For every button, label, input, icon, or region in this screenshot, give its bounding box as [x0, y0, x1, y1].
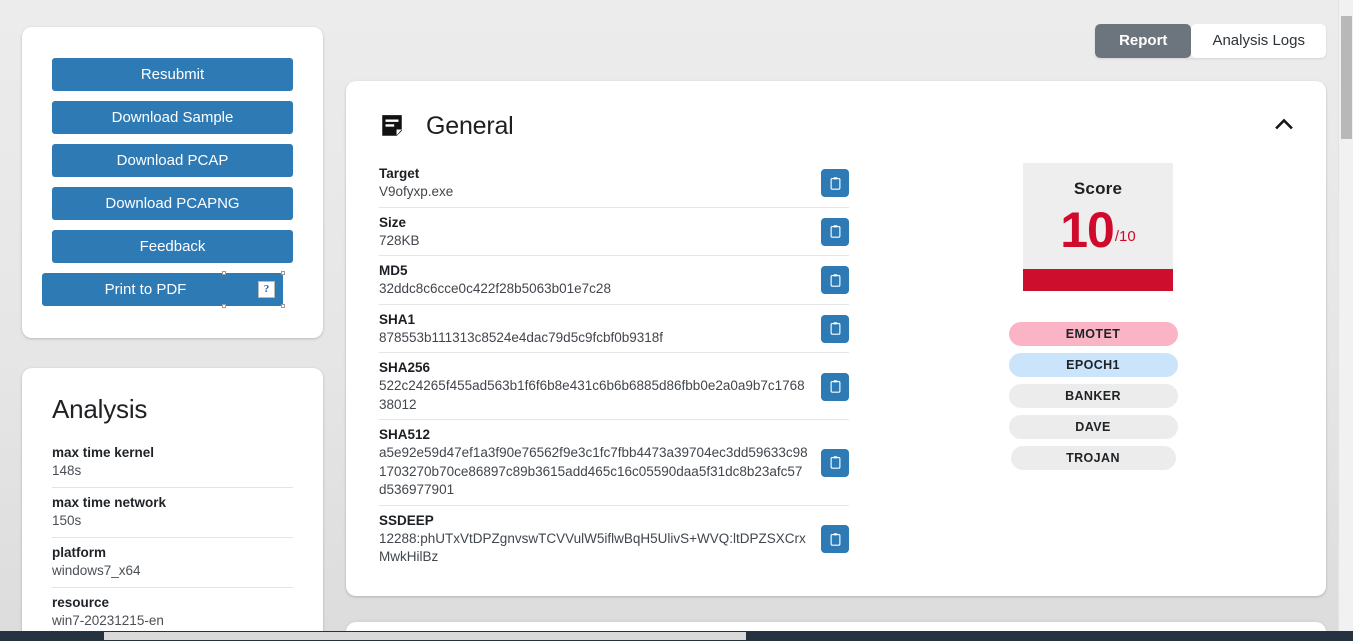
selection-handle-top-left[interactable] — [222, 271, 226, 275]
score-max: /10 — [1114, 227, 1136, 245]
file-info-list: Target V9ofyxp.exe Size 728KB MD5 32ddc8… — [379, 159, 849, 572]
selection-handle-bottom-right[interactable] — [281, 304, 285, 308]
horizontal-scrollbar[interactable] — [0, 631, 1353, 641]
print-to-pdf-wrapper: Print to PDF ? — [42, 271, 285, 308]
info-value: 12288:phUTxVtDPZgnvswTCVVulW5iflwBqH5Uli… — [379, 530, 806, 565]
main-column: General Target V9ofyxp.exe Size 728KB MD… — [346, 81, 1326, 596]
analysis-key: resource — [52, 595, 110, 610]
info-row-ssdeep: SSDEEP 12288:phUTxVtDPZgnvswTCVVulW5iflw… — [379, 506, 849, 572]
note-icon — [382, 115, 402, 136]
info-value: V9ofyxp.exe — [379, 184, 454, 199]
vertical-scrollbar-thumb[interactable] — [1341, 16, 1352, 139]
copy-size-button[interactable] — [821, 217, 849, 246]
horizontal-scrollbar-thumb[interactable] — [104, 632, 746, 640]
analysis-value: 150s — [52, 513, 82, 528]
download-pcap-button[interactable]: Download PCAP — [52, 144, 293, 177]
info-text: SSDEEP 12288:phUTxVtDPZgnvswTCVVulW5iflw… — [379, 512, 821, 567]
score-bar — [1023, 269, 1173, 291]
analysis-key: max time kernel — [52, 445, 155, 460]
info-text: Target V9ofyxp.exe — [379, 165, 821, 202]
general-header: General — [370, 107, 1302, 145]
analysis-key: max time network — [52, 495, 167, 510]
info-key: SHA256 — [379, 360, 431, 375]
general-card: General Target V9ofyxp.exe Size 728KB MD… — [346, 81, 1326, 596]
tag-epoch1[interactable]: EPOCH1 — [1008, 353, 1178, 377]
info-value: 32ddc8c6cce0c422f28b5063b01e7c28 — [379, 281, 611, 296]
actions-card: Resubmit Download Sample Download PCAP D… — [22, 27, 323, 338]
analysis-value: 148s — [52, 463, 82, 478]
clipboard-icon — [830, 532, 840, 546]
copy-sha256-button[interactable] — [821, 372, 849, 401]
clipboard-icon — [830, 177, 840, 190]
tag-banker[interactable]: BANKER — [1008, 384, 1178, 408]
copy-sha512-button[interactable] — [821, 448, 849, 477]
score-column: Score 10/10 EMOTET EPOCH1 BANKER DAVE TR… — [923, 159, 1273, 470]
info-row-md5: MD5 32ddc8c6cce0c422f28b5063b01e7c28 — [379, 256, 849, 305]
broken-image-icon: ? — [258, 281, 275, 298]
resubmit-button[interactable]: Resubmit — [52, 58, 293, 91]
info-text: MD5 32ddc8c6cce0c422f28b5063b01e7c28 — [379, 262, 821, 299]
vertical-scrollbar[interactable] — [1338, 0, 1353, 633]
tab-analysis-logs[interactable]: Analysis Logs — [1191, 24, 1326, 58]
download-pcapng-button[interactable]: Download PCAPNG — [52, 187, 293, 220]
info-text: Size 728KB — [379, 214, 821, 251]
analysis-title: Analysis — [52, 394, 148, 424]
chevron-up-icon[interactable] — [1272, 112, 1296, 136]
analysis-key: platform — [52, 545, 106, 560]
copy-ssdeep-button[interactable] — [821, 525, 849, 553]
analysis-row: max time kernel 148s — [52, 438, 293, 488]
info-text: SHA256 522c24265f455ad563b1f6f6b8e431c6b… — [379, 359, 821, 414]
download-sample-button[interactable]: Download Sample — [52, 101, 293, 134]
info-key: Size — [379, 214, 407, 230]
score-box: Score 10/10 — [1023, 163, 1173, 291]
selection-handle-bottom-left[interactable] — [222, 304, 226, 308]
copy-target-button[interactable] — [821, 169, 849, 198]
info-key: SHA1 — [379, 311, 416, 327]
analysis-row: max time network 150s — [52, 488, 293, 538]
tag-emotet[interactable]: EMOTET — [1008, 322, 1178, 346]
tag-dave[interactable]: DAVE — [1008, 415, 1178, 439]
analysis-value: windows7_x64 — [52, 563, 141, 578]
info-row-size: Size 728KB — [379, 208, 849, 256]
info-text: SHA1 878553b111313c8524e4dac79d5c9fcbf0b… — [379, 311, 821, 348]
info-value: 522c24265f455ad563b1f6f6b8e431c6b6b6885d… — [379, 378, 805, 412]
view-tabs: Report Analysis Logs — [1095, 24, 1326, 58]
analysis-value: win7-20231215-en — [52, 613, 164, 628]
sidebar: Resubmit Download Sample Download PCAP D… — [22, 27, 323, 641]
tag-trojan[interactable]: TROJAN — [1010, 446, 1176, 470]
info-key: Target — [379, 166, 420, 181]
analysis-card: Analysis max time kernel 148s max time n… — [22, 368, 323, 641]
info-row-sha256: SHA256 522c24265f455ad563b1f6f6b8e431c6b… — [379, 353, 849, 420]
info-value: a5e92e59d47ef1a3f90e76562f9e3c1fc7fbb447… — [379, 445, 808, 497]
copy-md5-button[interactable] — [821, 266, 849, 295]
report-page: Report Analysis Logs Resubmit Download S… — [0, 0, 1353, 641]
clipboard-icon — [830, 380, 840, 393]
clipboard-icon — [830, 274, 840, 287]
info-value: 878553b111313c8524e4dac79d5c9fcbf0b9318f — [379, 329, 664, 345]
clipboard-icon — [830, 322, 840, 335]
info-text: SHA512 a5e92e59d47ef1a3f90e76562f9e3c1fc… — [379, 426, 821, 500]
feedback-button[interactable]: Feedback — [52, 230, 293, 263]
print-to-pdf-button[interactable]: Print to PDF — [42, 273, 283, 306]
info-row-target: Target V9ofyxp.exe — [379, 159, 849, 208]
general-body: Target V9ofyxp.exe Size 728KB MD5 32ddc8… — [370, 159, 1302, 572]
clipboard-icon — [830, 225, 840, 238]
info-row-sha1: SHA1 878553b111313c8524e4dac79d5c9fcbf0b… — [379, 305, 849, 353]
general-title: General — [426, 111, 514, 140]
copy-sha1-button[interactable] — [821, 314, 849, 343]
tab-report[interactable]: Report — [1095, 24, 1192, 58]
info-key: SSDEEP — [379, 512, 434, 528]
info-value: 728KB — [379, 232, 420, 248]
score-value: 10 — [1060, 202, 1115, 258]
clipboard-icon — [830, 456, 840, 469]
score-label: Score — [1073, 179, 1123, 198]
info-key: MD5 — [379, 263, 408, 278]
info-row-sha512: SHA512 a5e92e59d47ef1a3f90e76562f9e3c1fc… — [379, 420, 849, 506]
analysis-row: platform windows7_x64 — [52, 538, 293, 588]
selection-handle-top-right[interactable] — [281, 271, 285, 275]
tag-list: EMOTET EPOCH1 BANKER DAVE TROJAN — [923, 322, 1263, 470]
info-key: SHA512 — [379, 427, 431, 442]
score-value-wrapper: 10/10 — [1023, 205, 1173, 269]
